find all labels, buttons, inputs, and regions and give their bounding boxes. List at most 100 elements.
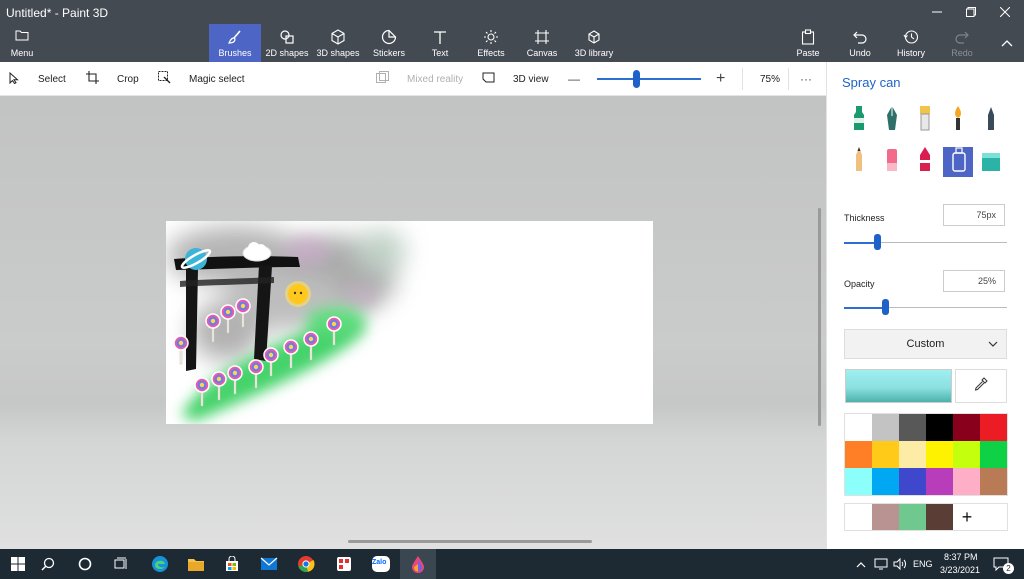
- history-button[interactable]: History: [890, 24, 932, 62]
- tab-text[interactable]: Text: [418, 24, 462, 62]
- magic-select-button[interactable]: Magic select: [158, 62, 245, 96]
- calligraphy-pen-icon: [877, 104, 907, 139]
- volume-icon[interactable]: [892, 549, 908, 579]
- close-icon[interactable]: [988, 0, 1022, 24]
- color-swatch[interactable]: [872, 441, 899, 468]
- color-swatch[interactable]: [899, 414, 926, 441]
- brush-fill[interactable]: [976, 147, 1006, 177]
- more-options-button[interactable]: ···: [800, 62, 812, 96]
- color-swatch[interactable]: [926, 468, 953, 495]
- color-mode-dropdown[interactable]: Custom: [844, 329, 1007, 359]
- color-swatch[interactable]: [980, 441, 1007, 468]
- add-color-button[interactable]: +: [953, 504, 981, 530]
- 3d-view-icon: [482, 71, 503, 87]
- watercolor-icon: [943, 104, 973, 139]
- zalo-icon[interactable]: Zalo: [363, 549, 399, 579]
- mixed-reality-button[interactable]: Mixed reality: [376, 62, 463, 96]
- thickness-slider-track[interactable]: [844, 242, 1007, 244]
- brush-eraser[interactable]: [877, 147, 907, 177]
- crop-icon: [86, 71, 107, 87]
- color-swatch[interactable]: [953, 441, 980, 468]
- color-swatch[interactable]: [926, 414, 953, 441]
- minimize-icon[interactable]: [920, 0, 954, 24]
- canvas-artwork: [166, 226, 406, 421]
- collapse-toolbar-button[interactable]: [994, 24, 1020, 62]
- current-color-swatch[interactable]: [845, 369, 952, 403]
- custom-color-swatch[interactable]: [872, 504, 899, 530]
- custom-color-swatch[interactable]: [926, 504, 953, 530]
- brush-spray-can[interactable]: [943, 146, 973, 177]
- task-view-icon[interactable]: [103, 549, 139, 579]
- color-swatch[interactable]: [845, 468, 872, 495]
- tab-effects[interactable]: Effects: [468, 24, 514, 62]
- color-swatch[interactable]: [953, 468, 980, 495]
- color-swatch[interactable]: [980, 468, 1007, 495]
- language-indicator[interactable]: ENG: [913, 559, 933, 569]
- mail-icon[interactable]: [251, 549, 287, 579]
- eyedropper-button[interactable]: [955, 369, 1007, 403]
- chrome-icon[interactable]: [288, 549, 324, 579]
- cortana-icon[interactable]: [67, 549, 103, 579]
- paint3d-icon[interactable]: [400, 549, 436, 579]
- color-swatch[interactable]: [872, 468, 899, 495]
- opacity-slider-track[interactable]: [844, 307, 1007, 309]
- redo-button[interactable]: Redo: [942, 24, 982, 62]
- zoom-slider-thumb[interactable]: [633, 70, 640, 88]
- app-icon[interactable]: [326, 549, 362, 579]
- network-icon[interactable]: [872, 549, 890, 579]
- brush-pixel-pen[interactable]: [976, 106, 1006, 136]
- select-button[interactable]: Select: [8, 62, 66, 96]
- zoom-slider-track[interactable]: [597, 78, 701, 80]
- history-label: History: [896, 47, 925, 58]
- brush-crayon[interactable]: [910, 146, 940, 177]
- maximize-icon[interactable]: [954, 0, 988, 24]
- color-swatch[interactable]: [845, 414, 872, 441]
- thickness-input[interactable]: 75px: [943, 204, 1005, 226]
- color-swatch[interactable]: [845, 441, 872, 468]
- 3d-view-button[interactable]: 3D view: [482, 62, 549, 96]
- brush-watercolor[interactable]: [943, 104, 973, 139]
- paste-label: Paste: [796, 47, 820, 58]
- crop-button[interactable]: Crop: [86, 62, 139, 96]
- tab-3d-shapes[interactable]: 3D shapes: [314, 24, 362, 62]
- tab-stickers[interactable]: Stickers: [366, 24, 412, 62]
- horizontal-scrollbar[interactable]: [348, 540, 592, 543]
- file-explorer-icon[interactable]: [178, 549, 214, 579]
- brush-calligraphy-pen[interactable]: [877, 104, 907, 139]
- menu-button[interactable]: Menu: [0, 24, 44, 62]
- brush-pencil[interactable]: [844, 146, 874, 177]
- tab-3d-library[interactable]: 3D library: [570, 24, 618, 62]
- folder-icon: [15, 28, 29, 46]
- vertical-scrollbar[interactable]: [818, 208, 821, 426]
- brush-marker[interactable]: [844, 105, 874, 136]
- color-swatch[interactable]: [899, 441, 926, 468]
- store-icon[interactable]: [214, 549, 250, 579]
- drawing-canvas[interactable]: [166, 221, 653, 424]
- opacity-input[interactable]: 25%: [943, 270, 1005, 292]
- color-swatch[interactable]: [899, 468, 926, 495]
- notifications-icon[interactable]: 2: [986, 549, 1016, 579]
- tab-brushes[interactable]: Brushes: [209, 24, 261, 62]
- tab-2d-shapes[interactable]: 2D shapes: [262, 24, 312, 62]
- color-swatch[interactable]: [980, 414, 1007, 441]
- thickness-slider-thumb[interactable]: [873, 234, 881, 250]
- search-icon[interactable]: [30, 549, 66, 579]
- paste-button[interactable]: Paste: [788, 24, 828, 62]
- color-swatch[interactable]: [953, 414, 980, 441]
- zoom-value[interactable]: 75%: [760, 62, 780, 96]
- custom-color-swatch[interactable]: [845, 504, 872, 530]
- workspace[interactable]: [0, 96, 826, 549]
- zoom-out-button[interactable]: —: [568, 62, 580, 96]
- color-swatch[interactable]: [926, 441, 953, 468]
- edge-icon[interactable]: [142, 549, 178, 579]
- undo-button[interactable]: Undo: [840, 24, 880, 62]
- zoom-in-button[interactable]: +: [716, 62, 725, 96]
- custom-color-swatch[interactable]: [899, 504, 926, 530]
- chevron-up-icon[interactable]: [854, 549, 868, 579]
- clock-date[interactable]: 3/23/2021: [940, 565, 980, 575]
- opacity-slider-thumb[interactable]: [881, 299, 889, 315]
- color-swatch[interactable]: [872, 414, 899, 441]
- clock-time[interactable]: 8:37 PM: [944, 552, 978, 562]
- tab-canvas[interactable]: Canvas: [520, 24, 564, 62]
- brush-oil-brush[interactable]: [910, 105, 940, 136]
